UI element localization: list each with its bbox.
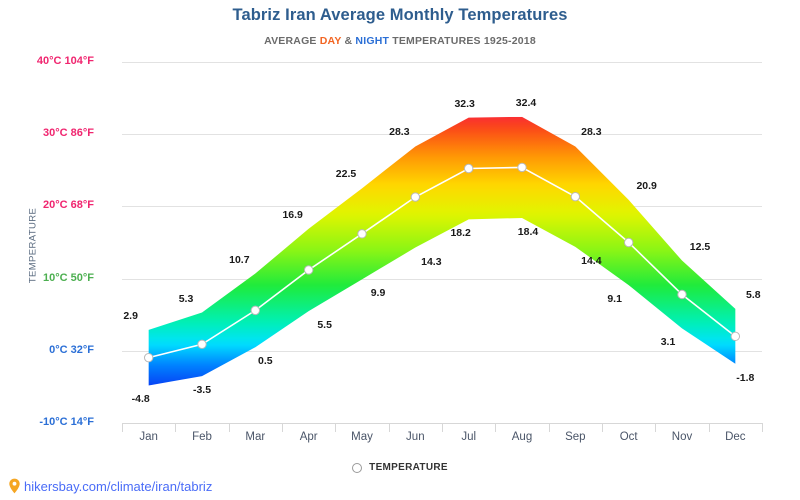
night-temperature-label: -4.8 bbox=[131, 393, 150, 406]
day-temperature-label: 5.3 bbox=[178, 292, 194, 305]
x-axis-month-label: Oct bbox=[619, 431, 638, 443]
x-axis-month-label: Aug bbox=[511, 431, 533, 443]
y-axis-tick-label: 10°C 50°F bbox=[43, 271, 94, 284]
subtitle-suffix: TEMPERATURES 1925-2018 bbox=[389, 35, 536, 47]
x-axis-month-label: Jan bbox=[139, 431, 158, 443]
night-temperature-label: 9.9 bbox=[370, 287, 386, 300]
source-footer: hikersbay.com/climate/iran/tabriz bbox=[8, 478, 212, 494]
x-axis-tick bbox=[762, 423, 763, 432]
chart-subtitle: AVERAGE DAY & NIGHT TEMPERATURES 1925-20… bbox=[0, 35, 800, 47]
day-temperature-label: 28.3 bbox=[389, 126, 410, 139]
night-temperature-label: 14.3 bbox=[421, 255, 442, 268]
night-temperature-label: -1.8 bbox=[736, 371, 755, 384]
x-axis-month-label: Apr bbox=[299, 431, 318, 443]
night-temperature-label: 3.1 bbox=[660, 336, 676, 349]
x-axis-month-label: Jul bbox=[461, 431, 477, 443]
day-temperature-label: 22.5 bbox=[335, 168, 357, 181]
source-link[interactable]: hikersbay.com/climate/iran/tabriz bbox=[24, 479, 212, 494]
day-temperature-label: 5.8 bbox=[746, 288, 761, 301]
legend: TEMPERATURE bbox=[0, 462, 800, 473]
day-temperature-label: 28.3 bbox=[581, 126, 602, 139]
y-axis-tick-label: 40°C 104°F bbox=[36, 55, 94, 67]
night-temperature-label: -3.5 bbox=[192, 384, 212, 397]
night-temperature-label: 0.5 bbox=[258, 355, 273, 368]
circle-outline-icon bbox=[352, 462, 363, 473]
x-axis-month-label: Jun bbox=[406, 431, 425, 443]
day-temperature-label: 32.3 bbox=[454, 97, 475, 110]
y-axis-tick-label: -10°C 14°F bbox=[39, 416, 94, 428]
temperature-chart: Tabriz Iran Average Monthly Temperatures… bbox=[0, 0, 800, 500]
night-temperature-label: 14.4 bbox=[581, 254, 602, 267]
subtitle-day: DAY bbox=[319, 35, 342, 47]
subtitle-prefix: AVERAGE bbox=[264, 35, 320, 47]
y-axis-tick-label: 30°C 86°F bbox=[43, 127, 94, 140]
page-title: Tabriz Iran Average Monthly Temperatures bbox=[232, 6, 568, 24]
plot-area bbox=[122, 62, 762, 424]
subtitle-night: NIGHT bbox=[355, 35, 390, 47]
x-axis-month-label: Feb bbox=[192, 431, 212, 443]
night-temperature-label: 5.5 bbox=[317, 319, 332, 332]
x-axis-month-label: Nov bbox=[671, 431, 693, 443]
day-temperature-label: 20.9 bbox=[636, 179, 657, 192]
night-temperature-label: 18.2 bbox=[450, 227, 471, 240]
y-axis-tick-label: 20°C 68°F bbox=[43, 199, 94, 212]
map-pin-icon bbox=[9, 478, 20, 494]
night-temperature-label: 9.1 bbox=[607, 293, 622, 306]
x-axis-month-label: Mar bbox=[245, 431, 266, 443]
x-axis-month-label: Sep bbox=[565, 431, 586, 443]
day-temperature-label: 16.9 bbox=[282, 208, 303, 221]
y-axis-tick-label: 0°C 32°F bbox=[49, 343, 94, 356]
day-temperature-label: 32.4 bbox=[515, 96, 537, 109]
temperature-band bbox=[143, 116, 741, 386]
x-axis-month-label: Dec bbox=[725, 431, 746, 443]
x-axis-month-label: May bbox=[351, 431, 373, 443]
legend-label: TEMPERATURE bbox=[369, 462, 448, 473]
day-temperature-label: 2.9 bbox=[123, 309, 138, 322]
day-temperature-label: 12.5 bbox=[689, 240, 711, 253]
day-temperature-label: 10.7 bbox=[229, 253, 250, 266]
subtitle-ampersand: & bbox=[341, 35, 356, 47]
night-temperature-label: 18.4 bbox=[517, 225, 539, 238]
